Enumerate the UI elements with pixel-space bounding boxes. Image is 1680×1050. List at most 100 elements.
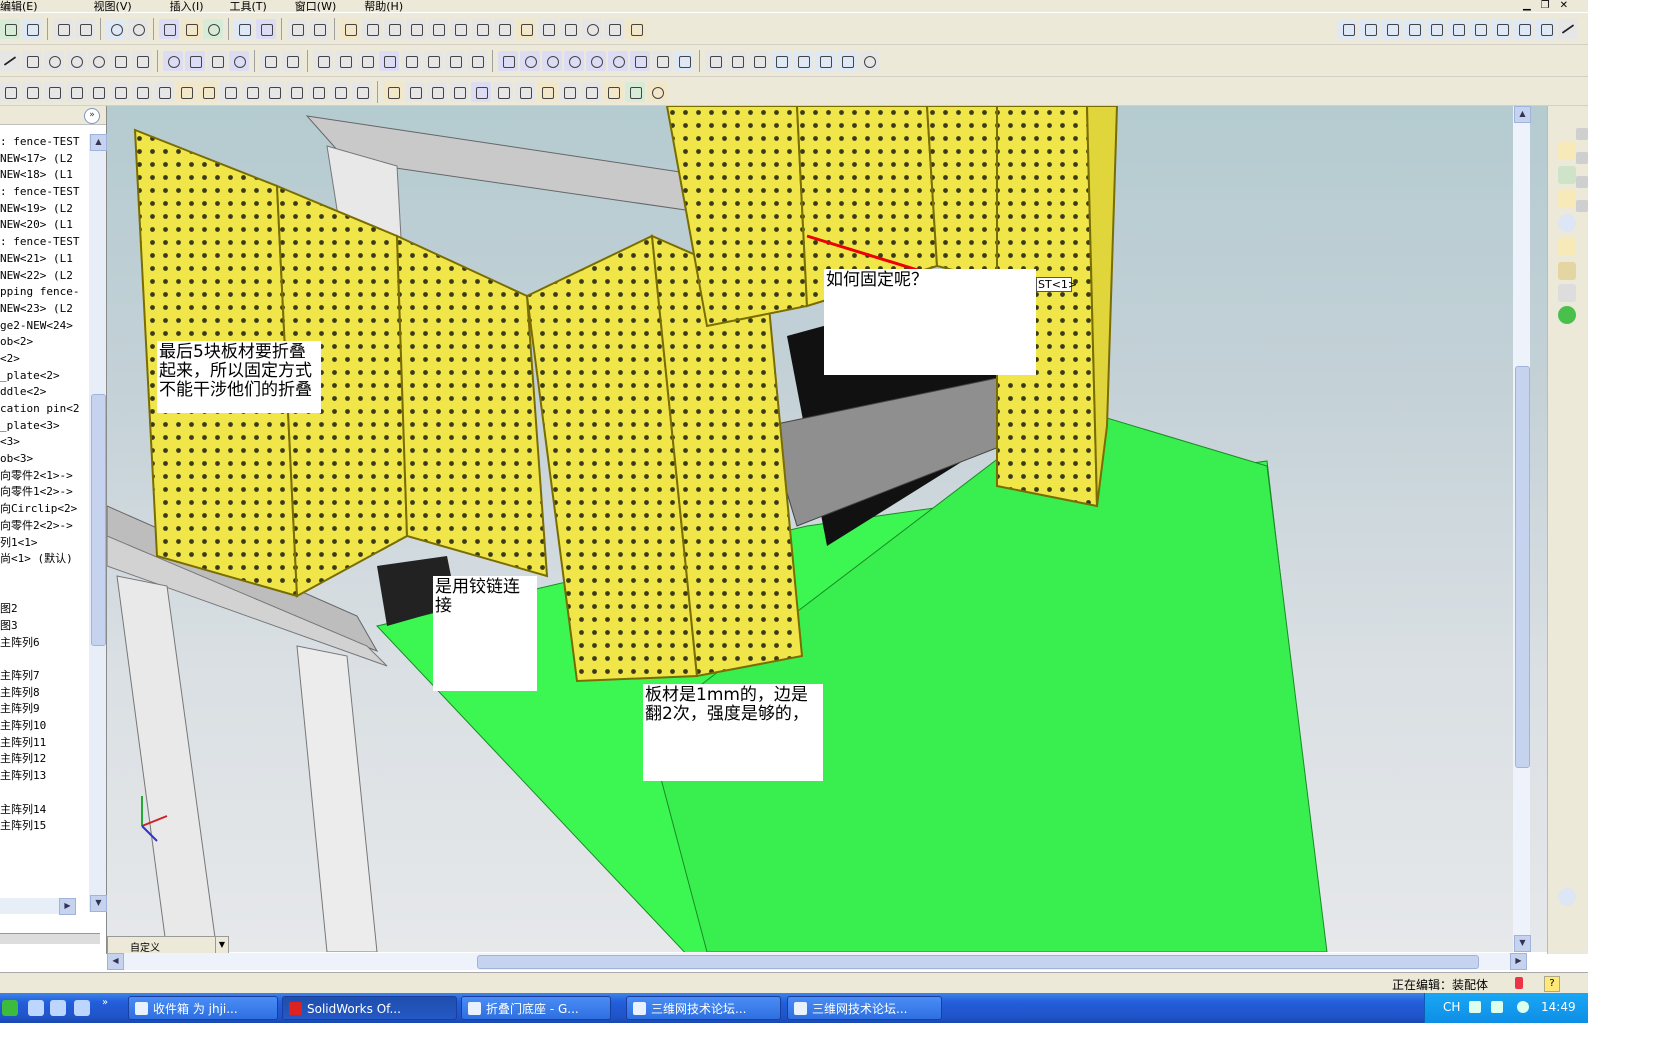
expand-pane-icon[interactable]: [1558, 888, 1576, 906]
feature-tree-item[interactable]: 列1<1>: [0, 535, 88, 552]
trim-icon[interactable]: [260, 50, 280, 71]
print-preview-icon[interactable]: [75, 18, 95, 39]
addins-icon[interactable]: [647, 81, 667, 102]
feature-tree-item[interactable]: 主阵列12: [0, 751, 88, 768]
view-tool-icon[interactable]: [1558, 18, 1578, 39]
feature-tree-item[interactable]: 主阵列9: [0, 701, 88, 718]
hidden-lines-removed-icon[interactable]: [749, 50, 769, 71]
feature-tree-item[interactable]: 主阵列11: [0, 735, 88, 752]
zoom-area-icon[interactable]: [542, 50, 562, 71]
feature-tree-item[interactable]: <2>: [0, 351, 88, 368]
rebuild-icon[interactable]: [181, 18, 201, 39]
explode-view-icon[interactable]: [154, 81, 174, 102]
part-tag-label[interactable]: ST<1>: [1036, 277, 1077, 292]
help-icon[interactable]: ?: [1544, 976, 1560, 992]
polygon-icon[interactable]: [229, 50, 249, 71]
feature-tree-item[interactable]: NEW<23> (L2: [0, 301, 88, 318]
scroll-thumb[interactable]: [91, 394, 106, 646]
redo-icon[interactable]: [128, 18, 148, 39]
move-component-icon[interactable]: [88, 81, 108, 102]
measure-icon[interactable]: [581, 81, 601, 102]
feature-tree-item[interactable]: : fence-TEST: [0, 184, 88, 201]
menu-window[interactable]: 窗口(W): [295, 1, 336, 12]
annotations-icon[interactable]: [559, 81, 579, 102]
feature-tree-item[interactable]: NEW<17> (L2: [0, 151, 88, 168]
feature-tree-item[interactable]: 主阵列7: [0, 668, 88, 685]
pan-icon[interactable]: [630, 50, 650, 71]
quicklaunch-more-icon[interactable]: »: [102, 997, 108, 1008]
new-assembly-icon[interactable]: [44, 81, 64, 102]
list-icon[interactable]: [287, 18, 307, 39]
custom-properties-icon[interactable]: [1558, 306, 1576, 324]
reference-geometry-icon[interactable]: [352, 81, 372, 102]
feature-tree-item[interactable]: : fence-TEST: [0, 134, 88, 151]
wand-icon[interactable]: [626, 18, 646, 39]
feature-tree-item[interactable]: 主阵列6: [0, 635, 88, 652]
zoom-fit-icon[interactable]: [520, 50, 540, 71]
viewport-vertical-scrollbar[interactable]: ▲ ▼: [1513, 106, 1531, 952]
hide-show-icon[interactable]: [198, 81, 218, 102]
viewport-scroll-thumb[interactable]: [1515, 366, 1530, 768]
centerline-icon[interactable]: [132, 50, 152, 71]
restore-icon[interactable]: ❐: [1541, 0, 1550, 11]
task-inbox[interactable]: 收件箱 为 jhji...: [128, 996, 278, 1020]
view-palette-icon[interactable]: [1558, 262, 1576, 280]
dimetric-view-icon[interactable]: [1536, 18, 1556, 39]
hole-icon[interactable]: [582, 18, 602, 39]
rectangle-icon[interactable]: [22, 50, 42, 71]
feature-tree-item[interactable]: ob<3>: [0, 451, 88, 468]
pointer-icon[interactable]: [498, 50, 518, 71]
trimetric-view-icon[interactable]: [1514, 18, 1534, 39]
circle-icon[interactable]: [44, 50, 64, 71]
viewport-scroll-left-icon[interactable]: ◀: [107, 953, 124, 970]
ie-icon[interactable]: [50, 1000, 66, 1016]
feature-tree-item[interactable]: 向零件1<2>->: [0, 484, 88, 501]
new-part-icon[interactable]: [22, 81, 42, 102]
graphics-viewport[interactable]: 最后5块板材要折叠起来，所以固定方式不能干涉他们的折叠 如何固定呢？ 是用铰链连…: [107, 106, 1547, 952]
feature-tree-item[interactable]: [0, 585, 88, 602]
ellipse-icon[interactable]: [163, 50, 183, 71]
scroll-right-icon[interactable]: ▶: [59, 898, 76, 915]
point-icon[interactable]: [207, 50, 227, 71]
feature-tree-item[interactable]: NEW<18> (L1: [0, 167, 88, 184]
top-view-icon[interactable]: [1448, 18, 1468, 39]
section-view-icon[interactable]: [837, 50, 857, 71]
print-icon[interactable]: [53, 18, 73, 39]
three-point-arc-icon[interactable]: [110, 50, 130, 71]
feature-tree-item[interactable]: 向零件2<2>->: [0, 518, 88, 535]
language-indicator[interactable]: CH: [1443, 1000, 1460, 1014]
feature-tree-item[interactable]: ge2-NEW<24>: [0, 318, 88, 335]
feature-tree-item[interactable]: 主阵列14: [0, 802, 88, 819]
zoom-selection-icon[interactable]: [586, 50, 606, 71]
menu-edit[interactable]: 编辑(E): [0, 1, 38, 12]
viewport-scroll-up-icon[interactable]: ▲: [1514, 106, 1531, 123]
flag-icon[interactable]: [256, 18, 276, 39]
fillet-icon[interactable]: [472, 18, 492, 39]
search-icon[interactable]: [1558, 238, 1576, 256]
routing-icon[interactable]: [471, 81, 491, 102]
feature-tree-item[interactable]: <3>: [0, 434, 88, 451]
back-view-icon[interactable]: [1382, 18, 1402, 39]
save-icon[interactable]: [0, 18, 20, 39]
appearances-icon[interactable]: [1558, 284, 1576, 302]
task-document[interactable]: 折叠门底座 - G...: [461, 996, 611, 1020]
feature-tree-item[interactable]: pping fence-: [0, 284, 88, 301]
feature-tree-item[interactable]: ddle<2>: [0, 384, 88, 401]
realview-icon[interactable]: [859, 50, 879, 71]
undo-icon[interactable]: [106, 18, 126, 39]
feature-tree-item[interactable]: _plate<3>: [0, 418, 88, 435]
shadows-icon[interactable]: [815, 50, 835, 71]
expand-panel-icon[interactable]: »: [84, 108, 100, 124]
quicklaunch-icon[interactable]: [74, 1000, 90, 1016]
roll-view-icon[interactable]: [652, 50, 672, 71]
file-explorer-icon[interactable]: [1558, 190, 1576, 208]
feature-tree-item[interactable]: [0, 651, 88, 668]
mold-tools-icon[interactable]: [493, 81, 513, 102]
task-solidworks[interactable]: SolidWorks Of...: [282, 996, 457, 1020]
feature-tree-item[interactable]: 向零件2<1>->: [0, 468, 88, 485]
component-pattern-icon[interactable]: [286, 81, 306, 102]
interference-icon[interactable]: [176, 81, 196, 102]
feature-tree-item[interactable]: 主阵列10: [0, 718, 88, 735]
sketch-icon[interactable]: [340, 18, 360, 39]
pane-lock-icon[interactable]: [1576, 152, 1588, 164]
